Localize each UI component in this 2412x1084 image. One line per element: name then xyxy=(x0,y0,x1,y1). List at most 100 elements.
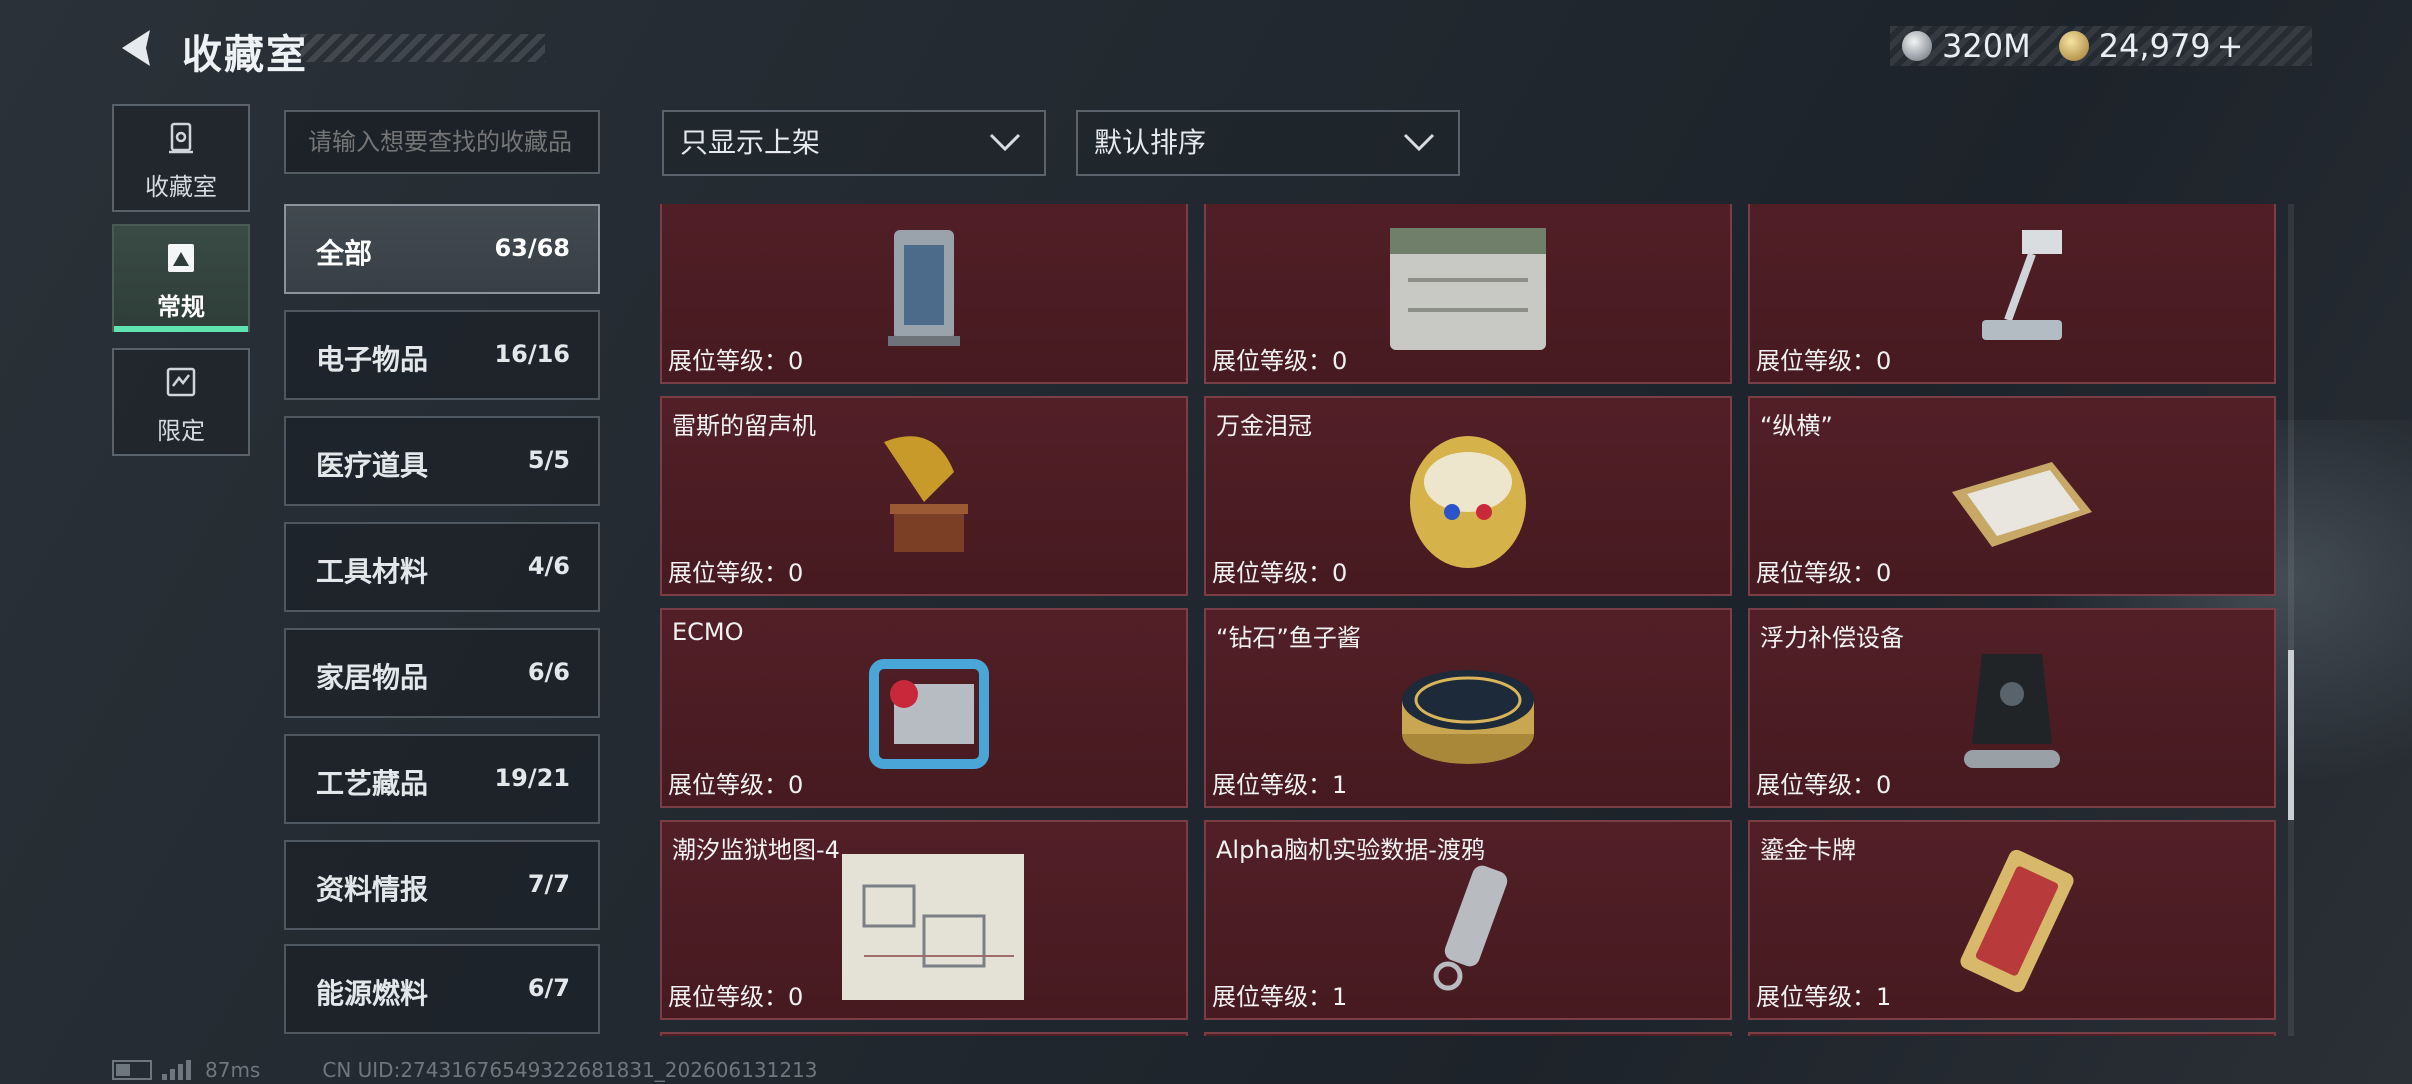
currency-bar: 320M 24,979 + xyxy=(1890,26,2312,66)
cylinder-device-icon xyxy=(888,230,960,346)
item-grid: 展位等级：0 展位等级：0 展位等级：0 雷斯的留声机 展位等级：0 万金泪冠 xyxy=(660,204,2280,1036)
item-card[interactable]: “纵横” 展位等级：0 xyxy=(1748,396,2276,596)
category-count: 16/16 xyxy=(494,340,570,368)
nav-collection-room[interactable]: 收藏室 xyxy=(112,104,250,212)
nav-limited[interactable]: 限定 xyxy=(112,348,250,456)
item-card[interactable]: Alpha脑机实验数据-渡鸦 展位等级：1 xyxy=(1204,820,1732,1020)
item-card[interactable] xyxy=(1204,1032,1732,1036)
item-name: 鎏金卡牌 xyxy=(1760,836,1856,864)
category-tools[interactable]: 工具材料 4/6 xyxy=(284,522,600,612)
chevron-down-icon xyxy=(989,133,1021,152)
category-all[interactable]: 全部 63/68 xyxy=(284,204,600,294)
item-card[interactable]: 展位等级：0 xyxy=(1748,204,2276,384)
robot-arm-icon xyxy=(1982,230,2062,340)
scrollbar-thumb[interactable] xyxy=(2288,650,2294,820)
silver-currency-value: 320M xyxy=(1942,27,2031,65)
collection-room-icon xyxy=(169,122,193,154)
chess-board-icon xyxy=(1952,462,2092,547)
item-name: 浮力补偿设备 xyxy=(1760,624,1904,652)
caviar-tin-icon xyxy=(1402,670,1534,764)
category-count: 6/6 xyxy=(527,658,570,686)
nav-regular[interactable]: 常规 xyxy=(112,224,250,332)
item-level: 展位等级：0 xyxy=(1212,559,1348,587)
category-name: 电子物品 xyxy=(316,343,429,376)
prison-map-icon xyxy=(842,854,1024,1000)
item-level: 展位等级：0 xyxy=(1756,771,1892,799)
search-input[interactable] xyxy=(284,110,600,174)
category-name: 工具材料 xyxy=(316,555,429,588)
active-indicator xyxy=(114,326,248,332)
category-medical[interactable]: 医疗道具 5/5 xyxy=(284,416,600,506)
category-name: 医疗道具 xyxy=(316,449,429,482)
category-household[interactable]: 家居物品 6/6 xyxy=(284,628,600,718)
item-name: “钻石”鱼子酱 xyxy=(1216,624,1361,652)
category-count: 4/6 xyxy=(527,552,570,580)
sort-value: 默认排序 xyxy=(1094,126,1207,159)
regular-icon xyxy=(168,244,194,272)
item-level: 展位等级：0 xyxy=(1212,347,1348,375)
item-level: 展位等级：0 xyxy=(668,983,804,1011)
item-level: 展位等级：0 xyxy=(1756,559,1892,587)
category-count: 6/7 xyxy=(527,974,570,1002)
item-level: 展位等级：0 xyxy=(668,771,804,799)
item-name: ECMO xyxy=(672,618,744,646)
item-card[interactable] xyxy=(1748,1032,2276,1036)
item-level: 展位等级：1 xyxy=(1212,771,1348,799)
item-name: 万金泪冠 xyxy=(1216,412,1312,440)
category-count: 7/7 xyxy=(527,870,570,898)
gilded-card-icon xyxy=(1960,849,2074,993)
item-card[interactable]: ECMO 展位等级：0 xyxy=(660,608,1188,808)
item-name: 雷斯的留声机 xyxy=(672,412,816,440)
category-energy[interactable]: 能源燃料 6/7 xyxy=(284,944,600,1034)
item-level: 展位等级：0 xyxy=(668,559,804,587)
category-name: 工艺藏品 xyxy=(316,767,429,800)
cargo-box-icon xyxy=(1390,228,1546,350)
item-card[interactable]: 雷斯的留声机 展位等级：0 xyxy=(660,396,1188,596)
item-card[interactable]: 浮力补偿设备 展位等级：0 xyxy=(1748,608,2276,808)
status-bar: 87ms CN UID:27431676549322681831_2026061… xyxy=(112,1058,818,1082)
signal-icon xyxy=(162,1060,191,1080)
gramophone-icon xyxy=(884,436,968,552)
item-card[interactable]: 潮汐监狱地图-4 展位等级：0 xyxy=(660,820,1188,1020)
category-count: 5/5 xyxy=(527,446,570,474)
sort-dropdown[interactable]: 默认排序 xyxy=(1076,110,1460,176)
item-card[interactable] xyxy=(660,1032,1188,1036)
category-count: 63/68 xyxy=(494,234,570,262)
category-electronics[interactable]: 电子物品 16/16 xyxy=(284,310,600,400)
nav-label: 常规 xyxy=(157,293,205,321)
item-card[interactable]: 展位等级：0 xyxy=(1204,204,1732,384)
show-filter-dropdown[interactable]: 只显示上架 xyxy=(662,110,1046,176)
show-filter-value: 只显示上架 xyxy=(680,126,821,159)
battery-icon xyxy=(112,1060,152,1080)
uid-text: CN UID:27431676549322681831_202606131213 xyxy=(322,1058,818,1082)
item-card[interactable]: 鎏金卡牌 展位等级：1 xyxy=(1748,820,2276,1020)
silver-coin-icon xyxy=(1902,31,1932,61)
category-intel[interactable]: 资料情报 7/7 xyxy=(284,840,600,930)
item-level: 展位等级：0 xyxy=(1756,347,1892,375)
add-currency-button[interactable]: + xyxy=(2217,27,2244,65)
back-arrow-icon[interactable] xyxy=(112,24,160,72)
category-name: 资料情报 xyxy=(316,873,429,906)
ecmo-machine-icon xyxy=(869,659,989,769)
item-card[interactable]: 万金泪冠 展位等级：0 xyxy=(1204,396,1732,596)
item-card[interactable]: 展位等级：0 xyxy=(660,204,1188,384)
jeweled-egg-icon xyxy=(1410,436,1526,568)
category-name: 家居物品 xyxy=(316,661,429,694)
title-decoration xyxy=(300,34,545,62)
item-name: 潮汐监狱地图-4 xyxy=(672,836,840,864)
item-level: 展位等级：0 xyxy=(668,347,804,375)
gold-coin-icon xyxy=(2058,31,2089,61)
gold-currency-value: 24,979 xyxy=(2098,27,2211,65)
data-drive-icon xyxy=(1433,865,1508,991)
item-level: 展位等级：1 xyxy=(1756,983,1892,1011)
limited-icon xyxy=(166,367,196,397)
scrollbar-track[interactable] xyxy=(2288,204,2294,1036)
ping-value: 87ms xyxy=(205,1058,261,1082)
category-name: 能源燃料 xyxy=(316,977,429,1010)
category-name: 全部 xyxy=(316,237,373,270)
category-crafts[interactable]: 工艺藏品 19/21 xyxy=(284,734,600,824)
item-card[interactable]: “钻石”鱼子酱 展位等级：1 xyxy=(1204,608,1732,808)
item-level: 展位等级：1 xyxy=(1212,983,1348,1011)
buoyancy-device-icon xyxy=(1964,654,2060,768)
chevron-down-icon xyxy=(1403,133,1435,152)
